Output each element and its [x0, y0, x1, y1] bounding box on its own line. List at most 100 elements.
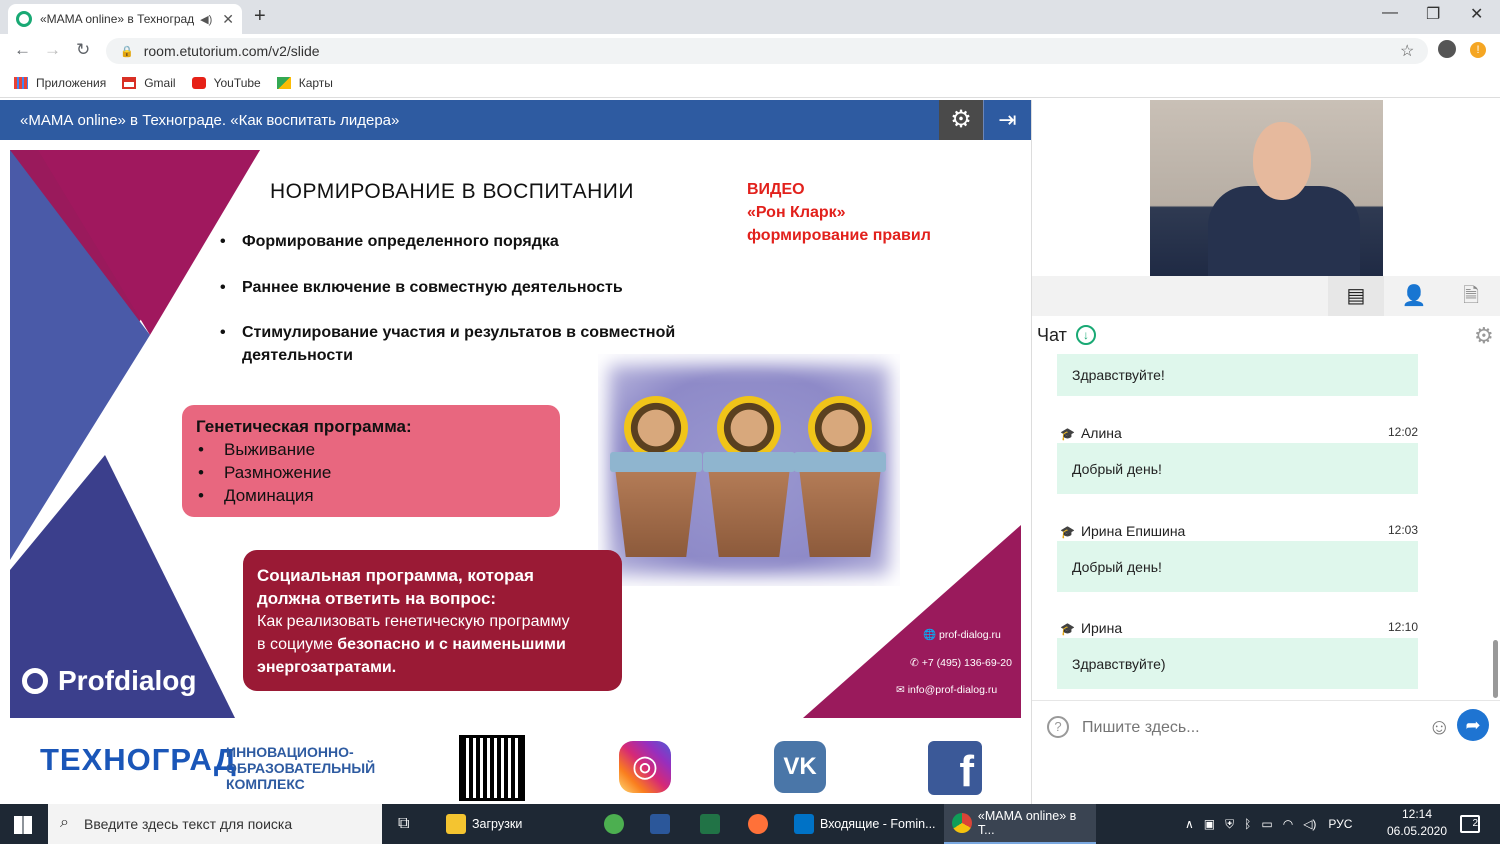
help-icon[interactable]: ?: [1047, 716, 1069, 738]
emoji-icon[interactable]: ☺: [1428, 714, 1450, 740]
back-icon[interactable]: ←: [14, 40, 31, 60]
tagline-line: КОМПЛЕКС: [226, 776, 305, 792]
slide-bullet: Формирование определенного порядка: [220, 230, 559, 253]
bluetooth-icon[interactable]: ᛒ: [1244, 817, 1251, 831]
photo-flower: [717, 396, 781, 460]
task-view-icon[interactable]: ⧉: [398, 804, 409, 844]
url-field[interactable]: 🔒 room.etutorium.com/v2/slide: [106, 38, 1428, 64]
logo-text: Profdialog: [58, 665, 197, 696]
facebook-icon[interactable]: f: [928, 741, 982, 796]
notifications-icon[interactable]: 2: [1460, 815, 1480, 833]
room-header: «МАМА online» в Технограде. «Как воспита…: [0, 100, 1031, 140]
bookmark-label: Приложения: [36, 75, 107, 90]
sunflower-babies-photo: [598, 354, 900, 586]
taskbar-item-label: «МАМА online» в Т...: [977, 809, 1077, 837]
security-icon[interactable]: ⛨: [1225, 817, 1234, 832]
firefox-icon: [748, 814, 768, 834]
minimize-icon[interactable]: —: [1382, 4, 1398, 22]
bookmark-star-icon[interactable]: ☆: [1400, 41, 1414, 61]
excel-icon: [700, 814, 720, 834]
chat-tab-icon[interactable]: ▤: [1328, 276, 1384, 316]
show-hidden-icon[interactable]: ∧: [1185, 817, 1194, 831]
close-window-icon[interactable]: ✕: [1470, 4, 1483, 24]
genetic-heading: Генетическая программа:: [196, 417, 412, 436]
profile-icon[interactable]: [1438, 40, 1456, 58]
social-text: в социуме безопасно и с наименьшими: [257, 633, 608, 656]
graduate-cap-icon: 🎓: [1060, 525, 1075, 539]
taskbar-search[interactable]: ⌕ Введите здесь текст для поиска: [48, 804, 382, 844]
exit-room-icon[interactable]: ⇥: [983, 100, 1031, 140]
apps-grid-icon: [14, 76, 28, 89]
chat-message: Здравствуйте!: [1057, 354, 1418, 396]
taskbar-app-icon[interactable]: [748, 804, 774, 844]
profdialog-mark-icon: [22, 668, 48, 694]
chat-time: 12:03: [1388, 523, 1419, 537]
url-text: room.etutorium.com/v2/slide: [143, 43, 320, 59]
taskbar-search-placeholder: Введите здесь текст для поиска: [84, 816, 293, 832]
instagram-icon[interactable]: ◎: [619, 741, 671, 793]
taskbar-outlook[interactable]: Входящие - Fomin...: [794, 804, 940, 844]
taskbar-app-icon[interactable]: [650, 804, 676, 844]
forward-icon[interactable]: →: [44, 40, 61, 60]
bookmark-label: Карты: [298, 75, 333, 90]
send-message-button[interactable]: ➦: [1457, 709, 1489, 741]
chat-author: 🎓 Ирина Епишина: [1060, 523, 1185, 539]
wifi-icon[interactable]: ◠: [1283, 817, 1293, 831]
chat-author-name: Ирина Епишина: [1080, 523, 1186, 539]
files-tab-icon[interactable]: 🗎: [1443, 276, 1499, 316]
word-icon: [650, 814, 670, 834]
settings-gear-icon[interactable]: ⚙: [939, 100, 983, 140]
maximize-icon[interactable]: ❐: [1426, 4, 1440, 24]
chat-author-name: Алина: [1080, 425, 1122, 441]
bookmark-maps[interactable]: Карты: [276, 75, 333, 90]
tray-app-icon[interactable]: ▣: [1204, 817, 1215, 831]
taskbar-app-icon[interactable]: [700, 804, 726, 844]
chrome-alt-icon: [604, 814, 624, 834]
photo-flower: [624, 396, 688, 460]
taskbar-downloads[interactable]: Загрузки: [446, 804, 522, 844]
bookmark-apps[interactable]: Приложения: [14, 76, 106, 90]
contact-email-text: info@prof-dialog.ru: [907, 684, 998, 696]
chat-message: Добрый день!: [1057, 443, 1418, 494]
taskbar-chrome[interactable]: «МАМА online» в Т...: [944, 804, 1096, 844]
tagline-line: ИННОВАЦИОННО-: [226, 744, 354, 760]
browser-tab-active[interactable]: «MAMA online» в Техноград ◀) ✕: [8, 4, 242, 34]
technograd-tagline: ИННОВАЦИОННО- ОБРАЗОВАТЕЛЬНЫЙ КОМПЛЕКС: [226, 744, 375, 792]
volume-icon[interactable]: ◁): [1303, 817, 1316, 831]
bookmark-gmail[interactable]: Gmail: [122, 76, 176, 90]
search-icon: ⌕: [60, 814, 69, 831]
contact-email: ✉ info@prof-dialog.ru: [896, 684, 998, 696]
reload-icon[interactable]: ↻: [76, 40, 90, 60]
maps-icon: [276, 76, 291, 89]
gmail-icon: [122, 76, 137, 89]
new-tab-button[interactable]: +: [254, 5, 266, 28]
graduate-cap-icon: 🎓: [1060, 427, 1075, 441]
vk-icon[interactable]: VK: [774, 741, 826, 793]
download-chat-icon[interactable]: ↓: [1076, 325, 1096, 345]
close-tab-icon[interactable]: ✕: [222, 11, 234, 28]
photo-pot-rim: [610, 452, 702, 472]
slide-title: НОРМИРОВАНИЕ В ВОСПИТАНИИ: [270, 180, 634, 203]
chat-scrollbar[interactable]: [1493, 640, 1498, 698]
participants-tab-icon[interactable]: 👤: [1386, 276, 1442, 316]
chat-author: 🎓 Ирина: [1060, 620, 1122, 636]
taskbar-clock[interactable]: 12:14 06.05.2020: [1386, 806, 1448, 840]
update-alert-icon[interactable]: !: [1470, 42, 1486, 58]
bookmark-youtube[interactable]: YouTube: [191, 76, 261, 90]
speaker-icon[interactable]: ◀): [200, 13, 212, 26]
clock-date: 06.05.2020: [1386, 824, 1448, 838]
chat-settings-icon[interactable]: ⚙: [1474, 323, 1494, 349]
language-indicator[interactable]: РУС: [1328, 817, 1352, 831]
chat-title: Чат: [1037, 325, 1067, 345]
taskbar-app-icon[interactable]: [604, 804, 630, 844]
video-note: ВИДЕО «Рон Кларк» формирование правил: [747, 178, 931, 247]
chat-message-input[interactable]: [1082, 716, 1412, 740]
presenter-head: [1253, 122, 1311, 200]
windows-start-icon[interactable]: [14, 816, 32, 834]
outlook-icon: [794, 814, 814, 834]
taskbar-item-label: Загрузки: [472, 817, 523, 831]
photo-pot-rim: [794, 452, 886, 472]
battery-icon[interactable]: ▭: [1261, 817, 1272, 831]
slide-bullet: Раннее включение в совместную деятельнос…: [220, 276, 623, 299]
tab-title: «MAMA online» в Техноград: [40, 12, 195, 26]
